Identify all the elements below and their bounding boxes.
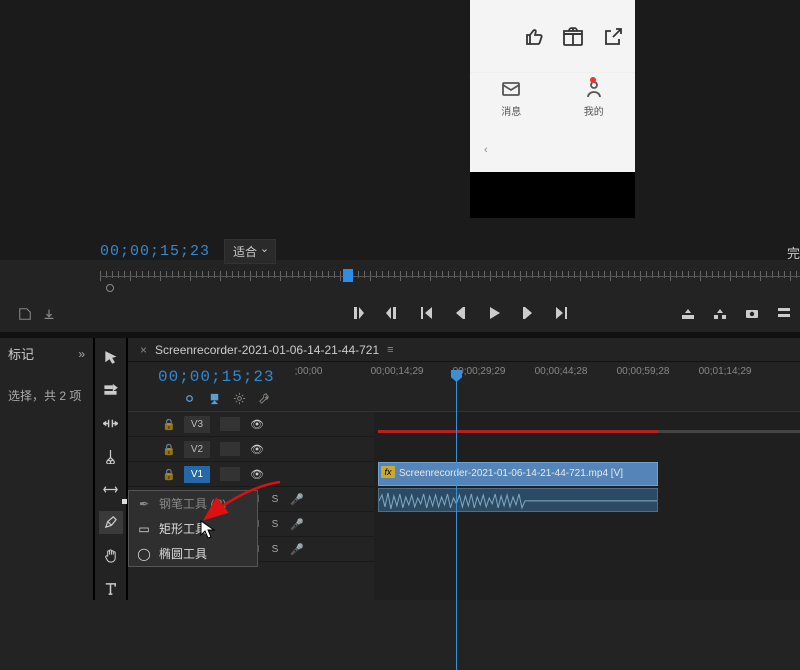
thumbs-up-icon <box>521 25 543 47</box>
scrub-playhead[interactable] <box>343 269 353 282</box>
track-select-tool[interactable] <box>99 379 123 402</box>
render-bar-unrendered <box>378 430 658 433</box>
mark-in-icon[interactable] <box>350 305 366 321</box>
razor-tool[interactable] <box>99 445 123 468</box>
render-bar-empty <box>658 430 800 433</box>
marker-icon[interactable] <box>208 392 221 405</box>
envelope-icon <box>501 79 521 99</box>
waveform-icon <box>379 489 657 512</box>
lock-icon[interactable]: 🔒 <box>162 418 174 431</box>
ruler-label: 00;00;59;28 <box>617 366 670 377</box>
step-back-icon[interactable] <box>452 305 468 321</box>
markers-tab[interactable]: 标记 <box>8 344 34 363</box>
close-sequence-icon[interactable]: × <box>140 343 147 357</box>
eye-icon[interactable]: 👁 <box>250 418 264 431</box>
eye-icon[interactable]: 👁 <box>250 468 264 481</box>
audio-clip[interactable] <box>378 488 658 512</box>
program-monitor: 消息 我的 ‹ <box>0 0 800 260</box>
track-header-v1[interactable]: 🔒 V1 👁 <box>128 462 374 487</box>
track-header-v2[interactable]: 🔒 V2 👁 <box>128 437 374 462</box>
rectangle-icon: ▭ <box>137 522 151 536</box>
clip-label: Screenrecorder-2021-01-06-14-21-44-721.m… <box>399 468 649 479</box>
timeline-playhead[interactable] <box>456 370 457 670</box>
ruler-label: 00;00;14;29 <box>371 366 424 377</box>
sequence-tab[interactable]: Screenrecorder-2021-01-06-14-21-44-721 <box>155 343 379 357</box>
program-timecode[interactable]: 00;00;15;23 <box>100 243 210 260</box>
notification-dot <box>590 77 596 83</box>
program-scrubber[interactable] <box>100 262 800 292</box>
snap-icon[interactable] <box>158 392 171 405</box>
transport-controls <box>350 305 570 321</box>
pen-icon: ✒ <box>137 497 151 511</box>
go-to-in-icon[interactable] <box>418 305 434 321</box>
slip-tool[interactable] <box>99 478 123 501</box>
mic-icon[interactable]: 🎤 <box>290 543 302 556</box>
add-marker-icon[interactable] <box>18 307 32 321</box>
shape-tool-flyout: ✒ 钢笔工具 (P) ▭ 矩形工具 ◯ 椭圆工具 <box>128 490 258 567</box>
export-frame-icon[interactable] <box>42 307 56 321</box>
nav-mine: 我的 <box>584 79 604 130</box>
settings-icon[interactable] <box>233 392 246 405</box>
phone-preview: 消息 我的 ‹ <box>470 0 635 218</box>
nav-messages: 消息 <box>501 79 521 130</box>
mic-icon[interactable]: 🎤 <box>290 493 302 506</box>
settings-icon[interactable] <box>776 305 792 321</box>
status-complete: 完 <box>787 243 800 262</box>
share-icon <box>601 25 623 47</box>
track-toggle[interactable] <box>220 442 240 456</box>
go-to-out-icon[interactable] <box>554 305 570 321</box>
gift-icon <box>561 25 583 47</box>
zoom-fit-select[interactable]: 适合 <box>224 239 276 264</box>
type-tool[interactable] <box>99 577 123 600</box>
mark-out-icon[interactable] <box>384 305 400 321</box>
track-header-v3[interactable]: 🔒 V3 👁 <box>128 412 374 437</box>
lock-icon[interactable]: 🔒 <box>162 468 174 481</box>
linked-selection-icon[interactable] <box>183 392 196 405</box>
video-clip[interactable]: fx Screenrecorder-2021-01-06-14-21-44-72… <box>378 462 658 486</box>
selection-count: 选择，共 2 项 <box>8 387 85 404</box>
lock-icon[interactable]: 🔒 <box>162 443 174 456</box>
wrench-icon[interactable] <box>258 392 271 405</box>
lift-icon[interactable] <box>680 305 696 321</box>
eye-icon[interactable]: 👁 <box>250 443 264 456</box>
track-toggle[interactable] <box>220 467 240 481</box>
tool-column <box>94 338 127 600</box>
panel-menu-icon[interactable]: » <box>78 347 85 361</box>
selection-tool[interactable] <box>99 346 123 369</box>
camera-icon[interactable] <box>744 305 760 321</box>
track-toggle[interactable] <box>220 417 240 431</box>
flyout-rectangle-tool[interactable]: ▭ 矩形工具 <box>129 516 257 541</box>
flyout-pen-tool[interactable]: ✒ 钢笔工具 (P) <box>129 491 257 516</box>
ellipse-icon: ◯ <box>137 547 151 561</box>
ruler-label: 00;00;44;28 <box>535 366 588 377</box>
pen-tool[interactable] <box>99 511 123 534</box>
ripple-edit-tool[interactable] <box>99 412 123 435</box>
ruler-label: 00;01;14;29 <box>699 366 752 377</box>
step-fwd-icon[interactable] <box>520 305 536 321</box>
phone-back: ‹ <box>470 130 635 170</box>
hand-tool[interactable] <box>99 544 123 567</box>
track-canvas[interactable]: fx Screenrecorder-2021-01-06-14-21-44-72… <box>374 412 800 600</box>
play-icon[interactable] <box>486 305 502 321</box>
mouse-cursor <box>200 520 216 540</box>
extract-icon[interactable] <box>712 305 728 321</box>
ruler-label: ;00;00 <box>295 366 323 377</box>
fx-badge: fx <box>381 466 395 478</box>
timeline-options <box>128 392 800 412</box>
timeline-timecode[interactable]: 00;00;15;23 <box>158 368 275 386</box>
mic-icon[interactable]: 🎤 <box>290 518 302 531</box>
sequence-menu-icon[interactable]: ≡ <box>387 344 393 356</box>
markers-panel: 标记 » 选择，共 2 项 <box>0 338 94 600</box>
flyout-ellipse-tool[interactable]: ◯ 椭圆工具 <box>129 541 257 566</box>
